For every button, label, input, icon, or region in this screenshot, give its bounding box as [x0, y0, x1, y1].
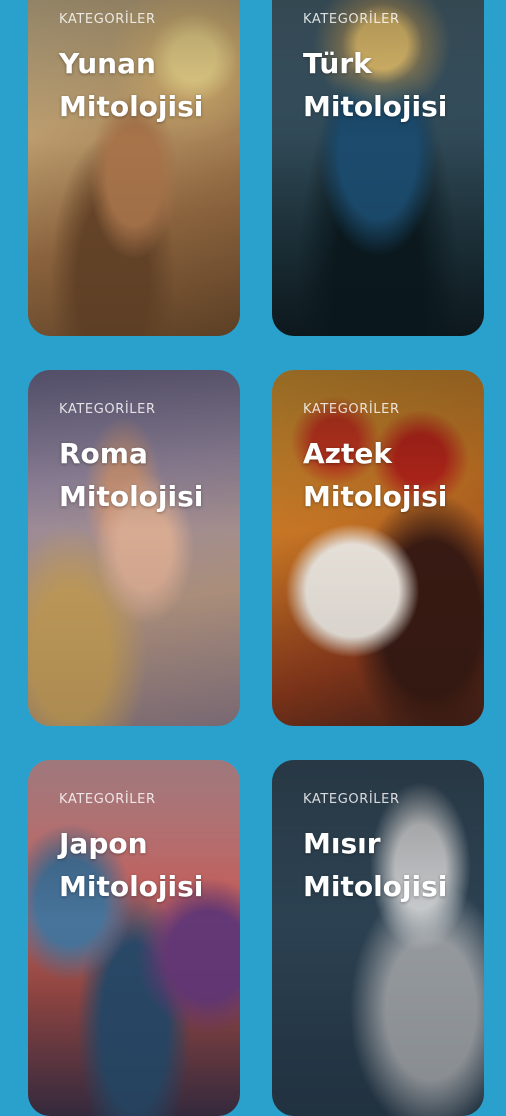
category-title-line2: Mitolojisi — [303, 480, 448, 513]
category-title-line1: Yunan — [59, 47, 156, 80]
category-title: Mısır Mitolojisi — [303, 822, 478, 908]
category-card-roma[interactable]: KATEGORİLER Roma Mitolojisi — [28, 370, 240, 726]
category-kicker: KATEGORİLER — [59, 792, 156, 807]
category-title: Türk Mitolojisi — [303, 42, 478, 128]
category-title-line2: Mitolojisi — [303, 870, 448, 903]
category-title-line2: Mitolojisi — [59, 870, 204, 903]
category-card-yunan[interactable]: KATEGORİLER Yunan Mitolojisi — [28, 0, 240, 336]
category-card-turk[interactable]: KATEGORİLER Türk Mitolojisi — [272, 0, 484, 336]
category-card-misir[interactable]: KATEGORİLER Mısır Mitolojisi — [272, 760, 484, 1116]
category-title-line2: Mitolojisi — [59, 480, 204, 513]
category-kicker: KATEGORİLER — [303, 792, 400, 807]
category-kicker: KATEGORİLER — [303, 402, 400, 417]
category-card-aztek[interactable]: KATEGORİLER Aztek Mitolojisi — [272, 370, 484, 726]
category-title-line1: Japon — [59, 827, 148, 860]
category-title-line1: Mısır — [303, 827, 381, 860]
category-title: Aztek Mitolojisi — [303, 432, 478, 518]
category-title-line1: Aztek — [303, 437, 392, 470]
category-kicker: KATEGORİLER — [59, 12, 156, 27]
category-title: Yunan Mitolojisi — [59, 42, 234, 128]
category-title-line1: Roma — [59, 437, 148, 470]
category-title-line1: Türk — [303, 47, 372, 80]
category-title: Roma Mitolojisi — [59, 432, 234, 518]
category-grid: KATEGORİLER Yunan Mitolojisi KATEGORİLER… — [0, 0, 506, 1116]
category-title: Japon Mitolojisi — [59, 822, 234, 908]
category-card-japon[interactable]: KATEGORİLER Japon Mitolojisi — [28, 760, 240, 1116]
category-kicker: KATEGORİLER — [303, 12, 400, 27]
category-title-line2: Mitolojisi — [59, 90, 204, 123]
category-kicker: KATEGORİLER — [59, 402, 156, 417]
category-title-line2: Mitolojisi — [303, 90, 448, 123]
